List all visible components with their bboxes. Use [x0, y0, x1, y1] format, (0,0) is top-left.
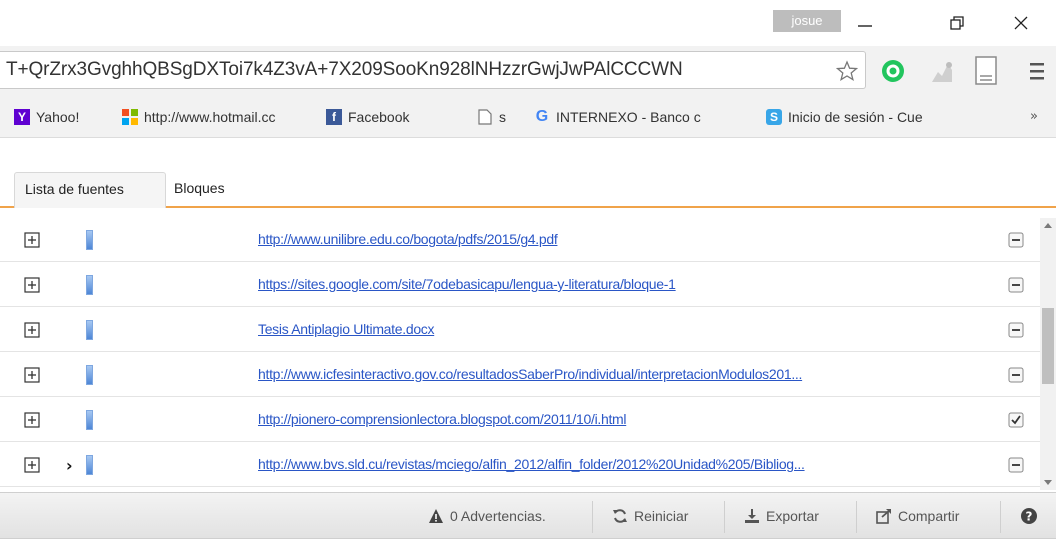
similarity-bar	[86, 410, 93, 430]
url-text: T+QrZrx3GvghhQBSgDXToi7k4Z3vA+7X209SooKn…	[6, 59, 683, 80]
bookmark-internexo[interactable]: G INTERNEXO - Banco c	[534, 107, 740, 127]
export-button[interactable]: Exportar	[744, 505, 819, 527]
profile-button[interactable]: josue	[773, 10, 841, 32]
bookmark-hotmail[interactable]: http://www.hotmail.cc	[122, 107, 310, 127]
toolbar-divider	[856, 501, 857, 533]
source-link[interactable]: http://pionero-comprensionlectora.blogsp…	[258, 411, 998, 427]
page-icon	[477, 109, 493, 125]
windows-icon	[122, 109, 138, 125]
source-row[interactable]: https://sites.google.com/site/7odebasica…	[0, 263, 1040, 307]
google-icon: G	[535, 108, 549, 125]
similarity-bar	[86, 320, 93, 340]
skype-icon: S	[766, 109, 782, 125]
share-button[interactable]: Compartir	[876, 505, 959, 527]
source-list: http://www.unilibre.edu.co/bogota/pdfs/2…	[0, 218, 1040, 490]
close-icon	[1014, 16, 1028, 30]
source-row[interactable]: http://www.unilibre.edu.co/bogota/pdfs/2…	[0, 218, 1040, 262]
yahoo-icon: Y	[14, 109, 30, 125]
bookmark-label: s	[499, 109, 506, 125]
bookmark-label: Inicio de sesión - Cue	[788, 109, 923, 125]
expand-plus-icon[interactable]	[24, 232, 40, 248]
toolbar-divider	[724, 501, 725, 533]
expand-plus-icon[interactable]	[24, 412, 40, 428]
bookmark-label: http://www.hotmail.cc	[144, 109, 276, 125]
bookmark-star-icon[interactable]	[836, 60, 858, 82]
source-link[interactable]: http://www.icfesinteractivo.gov.co/resul…	[258, 366, 998, 382]
more-bookmarks-button[interactable]: »	[1030, 109, 1038, 124]
source-row[interactable]: › http://www.bvs.sld.cu/revistas/mciego/a…	[0, 443, 1040, 487]
bookmark-label: Facebook	[348, 109, 410, 125]
minimize-button[interactable]	[840, 8, 890, 38]
warnings-button[interactable]: 0 Advertencias.	[428, 505, 546, 527]
source-link[interactable]: Tesis Antiplagio Ultimate.docx	[258, 321, 998, 337]
facebook-icon: f	[326, 109, 342, 125]
source-link[interactable]: http://www.unilibre.edu.co/bogota/pdfs/2…	[258, 231, 998, 247]
extension-hands-icon[interactable]	[928, 58, 956, 86]
similarity-bar	[86, 455, 93, 475]
refresh-icon	[613, 509, 627, 523]
close-button[interactable]	[996, 8, 1046, 38]
checkbox-minus-icon[interactable]	[1008, 232, 1024, 248]
help-button[interactable]: ?	[1020, 505, 1044, 527]
similarity-bar	[86, 365, 93, 385]
scroll-down-icon[interactable]	[1040, 474, 1056, 490]
minimize-icon	[858, 25, 872, 27]
expand-plus-icon[interactable]	[24, 457, 40, 473]
plagiarism-panel: Lista de fuentes Bloques http://www.unil…	[0, 140, 1056, 557]
scrollbar[interactable]	[1040, 218, 1056, 490]
row-pointer-icon: ›	[66, 456, 73, 475]
warning-icon	[429, 509, 443, 523]
tab-bar: Lista de fuentes Bloques	[0, 150, 1056, 208]
bottom-toolbar: 0 Advertencias. Reiniciar Exportar Compa…	[0, 492, 1056, 539]
tab-blocks[interactable]: Bloques	[164, 172, 235, 208]
bookmark-yahoo[interactable]: Y Yahoo!	[14, 107, 124, 127]
address-input[interactable]: T+QrZrx3GvghhQBSgDXToi7k4Z3vA+7X209SooKn…	[0, 51, 866, 89]
svg-text:?: ?	[1026, 510, 1033, 524]
warnings-label: 0 Advertencias.	[450, 508, 546, 524]
tab-source-list[interactable]: Lista de fuentes	[14, 172, 166, 208]
extension-document-icon[interactable]	[974, 56, 998, 86]
source-link[interactable]: https://sites.google.com/site/7odebasica…	[258, 276, 998, 292]
source-link[interactable]: http://www.bvs.sld.cu/revistas/mciego/al…	[258, 456, 998, 472]
expand-plus-icon[interactable]	[24, 277, 40, 293]
bookmarks-bar: Y Yahoo! http://www.hotmail.cc f Faceboo…	[0, 96, 1056, 138]
extension-green-icon[interactable]	[880, 58, 906, 84]
bookmark-skype[interactable]: S Inicio de sesión - Cue	[766, 107, 970, 127]
bookmark-facebook[interactable]: f Facebook	[326, 107, 466, 127]
help-icon: ?	[1021, 508, 1037, 524]
bookmark-label: Yahoo!	[36, 109, 80, 125]
share-label: Compartir	[898, 508, 960, 524]
checkbox-checked-icon[interactable]	[1008, 412, 1024, 428]
source-row[interactable]: Tesis Antiplagio Ultimate.docx	[0, 308, 1040, 352]
restore-button[interactable]	[932, 8, 982, 38]
restore-icon	[950, 16, 964, 30]
bookmark-s[interactable]: s	[477, 107, 517, 127]
scroll-up-icon[interactable]	[1040, 218, 1056, 234]
source-row[interactable]: http://www.icfesinteractivo.gov.co/resul…	[0, 353, 1040, 397]
similarity-bar	[86, 230, 93, 250]
restart-label: Reiniciar	[634, 508, 689, 524]
restart-button[interactable]: Reiniciar	[612, 505, 688, 527]
toolbar-divider	[1000, 501, 1001, 533]
scroll-thumb[interactable]	[1042, 308, 1054, 384]
share-icon	[876, 509, 891, 524]
source-row[interactable]: http://pionero-comprensionlectora.blogsp…	[0, 398, 1040, 442]
bookmark-label: INTERNEXO - Banco c	[556, 109, 701, 125]
expand-plus-icon[interactable]	[24, 322, 40, 338]
download-icon	[745, 509, 759, 523]
menu-icon[interactable]	[1028, 59, 1048, 83]
address-toolbar: T+QrZrx3GvghhQBSgDXToi7k4Z3vA+7X209SooKn…	[0, 46, 1056, 96]
toolbar-divider	[592, 501, 593, 533]
window-titlebar: josue	[0, 0, 1056, 46]
export-label: Exportar	[766, 508, 819, 524]
checkbox-minus-icon[interactable]	[1008, 277, 1024, 293]
checkbox-minus-icon[interactable]	[1008, 322, 1024, 338]
expand-plus-icon[interactable]	[24, 367, 40, 383]
checkbox-minus-icon[interactable]	[1008, 457, 1024, 473]
checkbox-minus-icon[interactable]	[1008, 367, 1024, 383]
similarity-bar	[86, 275, 93, 295]
